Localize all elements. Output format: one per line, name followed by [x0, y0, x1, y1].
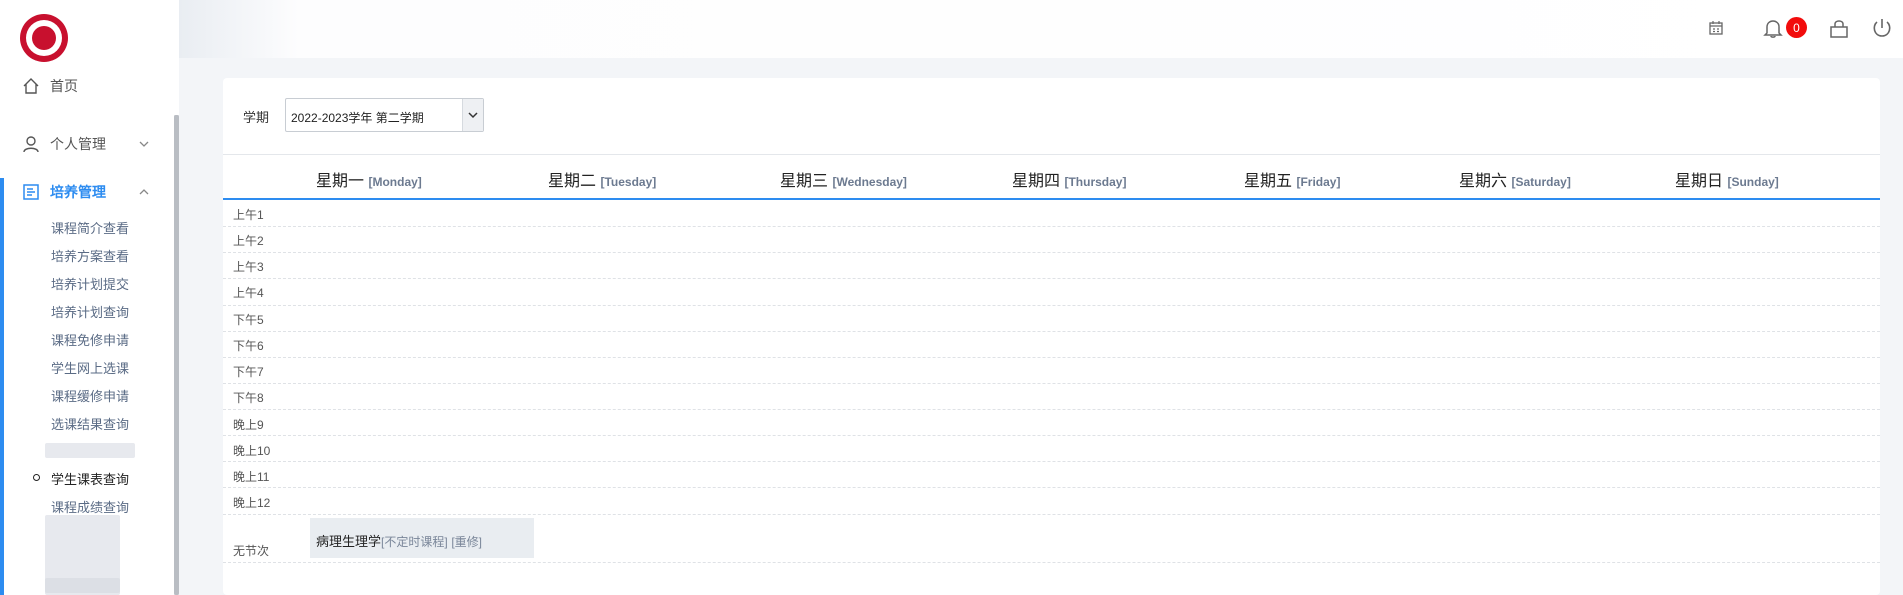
period-label: 上午2: [233, 234, 264, 248]
day-header-tuesday: 星期二 [Tuesday]: [548, 173, 657, 190]
course-name: 病理生理学: [316, 534, 382, 549]
period-label: 上午3: [233, 260, 264, 274]
course-type: [不定时课程]: [381, 535, 448, 549]
sidebar-scrollbar[interactable]: [174, 115, 179, 595]
sidebar-active-accent: [0, 178, 4, 595]
nav-personal[interactable]: 个人管理: [22, 134, 106, 154]
period-label: 下午5: [233, 313, 264, 327]
sidebar-sub-item-current[interactable]: 学生课表查询: [51, 469, 129, 488]
university-logo: [20, 14, 68, 62]
sidebar-sub-item[interactable]: 学生网上选课: [51, 358, 129, 377]
row-divider: [223, 487, 1880, 488]
top-header: [179, 0, 1903, 58]
sidebar-sub-item[interactable]: 课程简介查看: [51, 218, 129, 237]
day-header-monday: 星期一 [Monday]: [316, 173, 422, 190]
day-header-friday: 星期五 [Friday]: [1244, 173, 1341, 190]
row-divider: [223, 305, 1880, 306]
bell-icon[interactable]: [1762, 17, 1784, 39]
sidebar: 首页 个人管理 培养管理 课程简介查看 培养方案查看 培养计划提交 培养计划查询…: [0, 0, 179, 595]
calendar-icon[interactable]: [1707, 19, 1725, 37]
nav-training[interactable]: 培养管理: [22, 182, 106, 202]
period-label: 下午8: [233, 391, 264, 405]
row-divider: [223, 461, 1880, 462]
sidebar-sub-item[interactable]: 课程免修申请: [51, 330, 129, 349]
course-status: [重修]: [451, 535, 482, 549]
row-divider: [223, 383, 1880, 384]
select-arrow[interactable]: [462, 99, 483, 131]
nav-personal-label: 个人管理: [50, 136, 106, 152]
document-icon: [23, 184, 39, 200]
nav-training-label: 培养管理: [50, 184, 106, 200]
period-label: 下午6: [233, 339, 264, 353]
row-divider: [223, 562, 1880, 563]
sidebar-sub-item[interactable]: 培养计划提交: [51, 274, 129, 293]
home-icon: [23, 78, 39, 94]
sidebar-sub-item[interactable]: 课程成绩查询: [51, 497, 129, 516]
day-header-saturday: 星期六 [Saturday]: [1459, 173, 1571, 190]
row-divider: [223, 252, 1880, 253]
redacted-item: [45, 443, 135, 458]
period-label: 上午4: [233, 286, 264, 300]
chevron-down-icon: [468, 112, 478, 119]
sidebar-sub-item[interactable]: 课程缓修申请: [51, 386, 129, 405]
row-divider: [223, 435, 1880, 436]
power-icon[interactable]: [1871, 17, 1893, 39]
row-divider: [223, 409, 1880, 410]
period-label: 晚上11: [233, 470, 270, 484]
sidebar-sub-item[interactable]: 培养方案查看: [51, 246, 129, 265]
table-top-border: [223, 154, 1880, 155]
no-period-label: 无节次: [233, 544, 270, 558]
row-divider: [223, 278, 1880, 279]
notification-badge: 0: [1786, 17, 1807, 38]
redacted-item: [45, 578, 120, 593]
term-label: 学期: [243, 110, 270, 125]
day-header-sunday: 星期日 [Sunday]: [1675, 173, 1779, 190]
nav-home[interactable]: 首页: [22, 76, 78, 96]
row-divider: [223, 226, 1880, 227]
sidebar-sub-item[interactable]: 选课结果查询: [51, 414, 129, 433]
unscheduled-course[interactable]: 病理生理学[不定时课程] [重修]: [316, 531, 482, 550]
nav-home-label: 首页: [50, 78, 78, 94]
period-label: 晚上12: [233, 496, 271, 510]
day-header-thursday: 星期四 [Thursday]: [1012, 173, 1127, 190]
table-header-underline: [223, 198, 1880, 200]
chevron-down-icon[interactable]: [138, 138, 150, 150]
row-divider: [223, 357, 1880, 358]
period-label: 晚上9: [233, 418, 264, 432]
term-select[interactable]: 2022-2023学年 第二学期: [285, 98, 484, 132]
period-label: 晚上10: [233, 444, 271, 458]
user-icon: [23, 136, 39, 153]
term-select-value: 2022-2023学年 第二学期: [291, 111, 424, 125]
day-header-wednesday: 星期三 [Wednesday]: [780, 173, 907, 190]
row-divider: [223, 331, 1880, 332]
period-label: 上午1: [233, 208, 264, 222]
period-label: 下午7: [233, 365, 264, 379]
sidebar-sub-item[interactable]: 培养计划查询: [51, 302, 129, 321]
chevron-up-icon[interactable]: [138, 186, 150, 198]
lock-icon[interactable]: [1828, 17, 1850, 39]
current-marker: [33, 474, 40, 481]
row-divider: [223, 514, 1880, 515]
